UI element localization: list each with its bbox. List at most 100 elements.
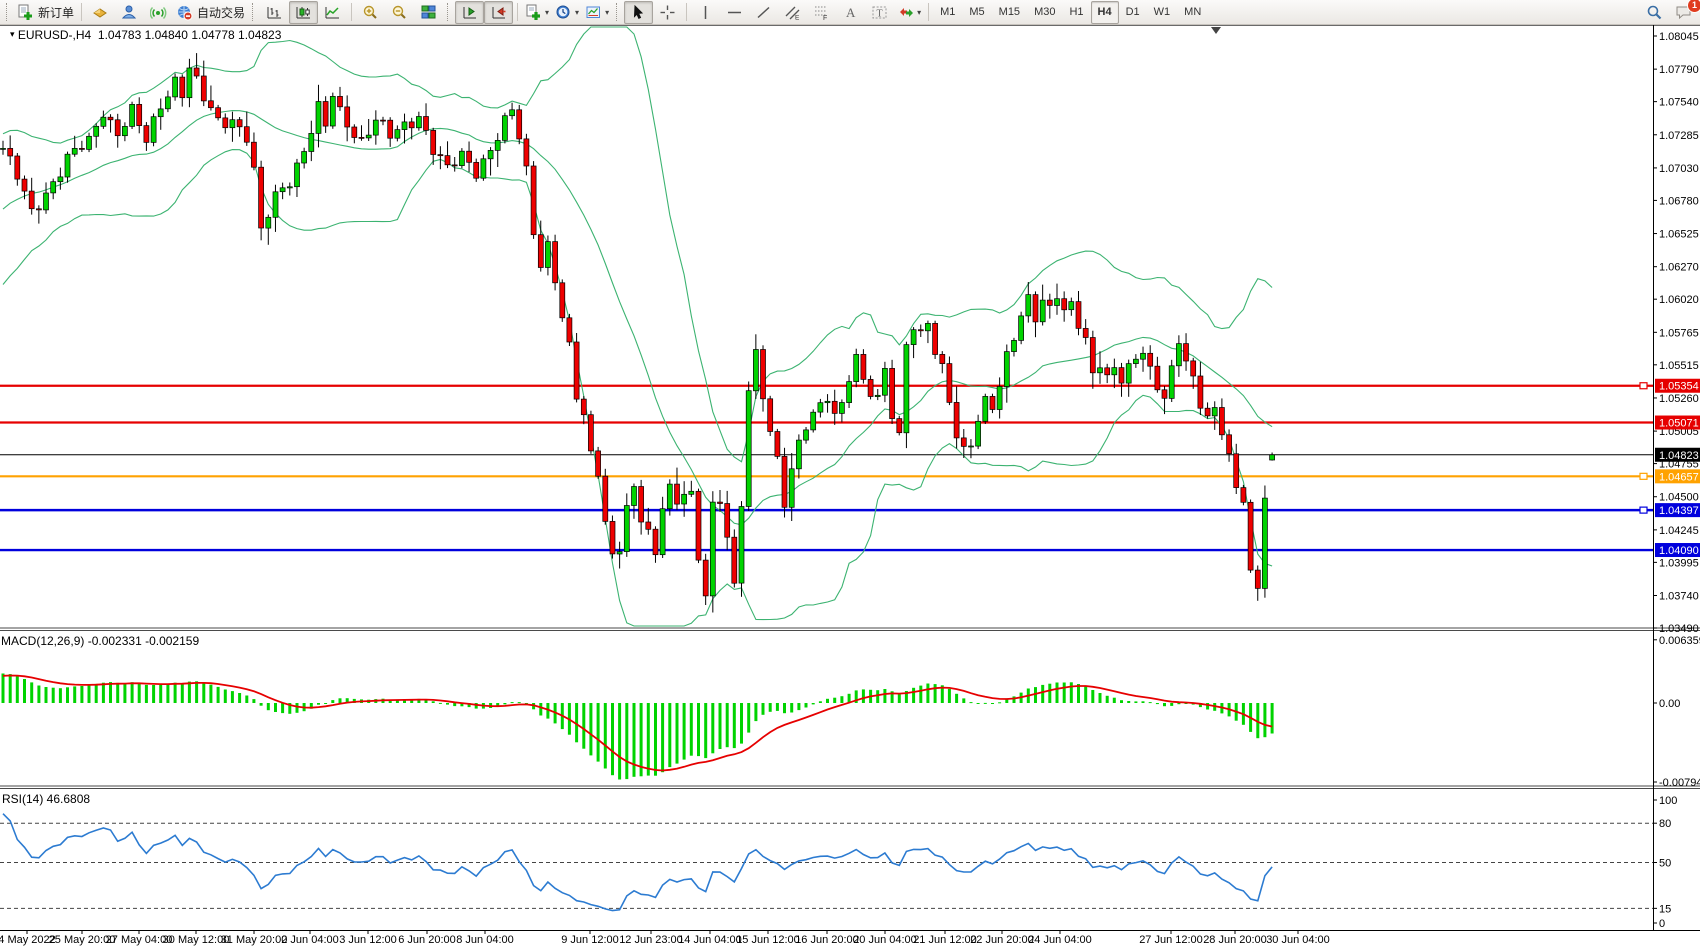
time-tick-label: 16 Jun 20:00: [795, 934, 859, 946]
toolbar-grip[interactable]: [252, 3, 256, 21]
collapse-triangle-icon[interactable]: ▾: [10, 29, 15, 39]
new-order-button[interactable]: 新订单: [14, 1, 77, 24]
channel-button[interactable]: E: [778, 1, 807, 24]
fibonacci-button[interactable]: F: [807, 1, 836, 24]
timeframe-h1-button[interactable]: H1: [1062, 1, 1090, 24]
time-tick-label: 2 Jun 04:00: [281, 934, 339, 946]
timeframe-h4-button[interactable]: H4: [1091, 1, 1119, 24]
rsi-label: RSI(14) 46.6808: [2, 792, 90, 806]
signals-icon: [121, 4, 138, 21]
template-button[interactable]: ▾: [582, 1, 612, 24]
chart-symbol-period: EURUSD-,H4: [18, 28, 91, 42]
toolbar-grip[interactable]: [616, 3, 620, 21]
price-tick-label: 1.07540: [1659, 97, 1699, 109]
time-tick-label: 24 Jun 04:00: [1028, 934, 1092, 946]
timeframe-mn-button[interactable]: MN: [1177, 1, 1208, 24]
price-tick-label: 1.06525: [1659, 229, 1699, 241]
time-tick-label: 12 Jun 23:00: [619, 934, 683, 946]
trendline-icon: [755, 4, 772, 21]
line-handle-1.04397[interactable]: [1640, 507, 1647, 513]
bar-chart-icon: [266, 4, 283, 21]
new-chart-button[interactable]: ▾: [522, 1, 552, 24]
timeframe-m30-button[interactable]: M30: [1027, 1, 1062, 24]
price-badge-text: 1.05071: [1659, 418, 1699, 430]
period-button[interactable]: ▾: [552, 1, 582, 24]
label-button[interactable]: T: [865, 1, 894, 24]
bar-chart-button[interactable]: [260, 1, 289, 24]
time-tick-label: 27 Jun 12:00: [1139, 934, 1203, 946]
search-button[interactable]: [1640, 1, 1669, 24]
dropdown-caret-icon[interactable]: ▾: [605, 8, 609, 17]
time-tick-label: 30 May 12:00: [163, 934, 230, 946]
time-tick-label: 8 Jun 04:00: [456, 934, 514, 946]
price-tick-label: 1.04500: [1659, 492, 1699, 504]
time-tick-label: 9 Jun 12:00: [561, 934, 619, 946]
text-button[interactable]: A: [836, 1, 865, 24]
tile-windows-icon: [420, 4, 437, 21]
time-tick-label: 6 Jun 20:00: [398, 934, 456, 946]
time-tick-label: 14 Jun 04:00: [678, 934, 742, 946]
price-tick-label: 1.07285: [1659, 130, 1699, 142]
broadcast-icon: [150, 4, 167, 21]
new-order-button-label: 新订单: [38, 4, 74, 21]
line-chart-button[interactable]: [318, 1, 347, 24]
price-tick-label: 1.05260: [1659, 393, 1699, 405]
price-tick-label: 1.07030: [1659, 163, 1699, 175]
rsi-tick-label: 15: [1659, 903, 1671, 915]
price-tick-label: 1.08045: [1659, 31, 1699, 43]
main-toolbar: 新订单 自动交易 ▾ ▾ ▾ EFAT ▾ M1M5M15M30H1H4D1W1MN 1: [0, 0, 1700, 25]
dropdown-caret-icon[interactable]: ▾: [917, 8, 921, 17]
time-tick-label: 22 Jun 20:00: [970, 934, 1034, 946]
crosshair-button[interactable]: [653, 1, 682, 24]
autotrading-button[interactable]: 自动交易: [173, 1, 248, 24]
zoom-out-button[interactable]: [385, 1, 414, 24]
autotrading-icon: [176, 4, 193, 21]
mt4-terminal: 新订单 自动交易 ▾ ▾ ▾ EFAT ▾ M1M5M15M30H1H4D1W1MN 1 1.0…: [0, 0, 1700, 946]
template-icon: [585, 4, 602, 21]
notifications-button[interactable]: 1: [1669, 1, 1698, 24]
zoom-out-icon: [391, 4, 408, 21]
vertical-line-button[interactable]: [691, 1, 720, 24]
signals-button[interactable]: [115, 1, 144, 24]
price-tick-label: 1.06780: [1659, 195, 1699, 207]
svg-text:E: E: [795, 14, 800, 21]
price-tick-label: 1.03490: [1659, 623, 1699, 635]
dropdown-caret-icon[interactable]: ▾: [575, 8, 579, 17]
broadcast-button[interactable]: [144, 1, 173, 24]
toolbar-grip[interactable]: [447, 3, 451, 21]
crosshair-icon: [659, 4, 676, 21]
chart-shift-icon: [490, 4, 507, 21]
dropdown-caret-icon[interactable]: ▾: [545, 8, 549, 17]
timeframe-m5-button[interactable]: M5: [962, 1, 991, 24]
chart-shift-button[interactable]: [484, 1, 513, 24]
tile-windows-button[interactable]: [414, 1, 443, 24]
macd-tick-label: -0.007949: [1659, 777, 1700, 789]
arrows-button[interactable]: ▾: [894, 1, 924, 24]
trendline-button[interactable]: [749, 1, 778, 24]
line-handle-1.04657[interactable]: [1640, 473, 1647, 479]
auto-scroll-button[interactable]: [455, 1, 484, 24]
cursor-button[interactable]: [624, 1, 653, 24]
horizontal-line-icon: [726, 4, 743, 21]
time-tick-label: 4 May 2022: [0, 934, 56, 946]
zoom-in-button[interactable]: [356, 1, 385, 24]
timeframe-m1-button[interactable]: M1: [933, 1, 962, 24]
macd-label: MACD(12,26,9) -0.002331 -0.002159: [1, 634, 199, 648]
price-badge-text: 1.04397: [1659, 505, 1699, 517]
timeframe-d1-button[interactable]: D1: [1119, 1, 1147, 24]
horizontal-line-button[interactable]: [720, 1, 749, 24]
market-button[interactable]: [86, 1, 115, 24]
chart-canvas[interactable]: 1.080451.077901.075401.072851.070301.067…: [0, 25, 1700, 946]
toolbar-separator: [928, 3, 929, 21]
toolbar-grip[interactable]: [6, 3, 10, 21]
candlestick-chart-button[interactable]: [289, 1, 318, 24]
timeframe-w1-button[interactable]: W1: [1147, 1, 1178, 24]
timeframe-m15-button[interactable]: M15: [992, 1, 1027, 24]
candlestick-icon: [295, 4, 312, 21]
market-icon: [92, 4, 109, 21]
line-handle-1.05354[interactable]: [1640, 383, 1647, 389]
time-tick-label: 31 May 20:00: [221, 934, 288, 946]
price-badge-text: 1.05354: [1659, 381, 1699, 393]
new-chart-icon: [525, 4, 542, 21]
auto-scroll-icon: [461, 4, 478, 21]
